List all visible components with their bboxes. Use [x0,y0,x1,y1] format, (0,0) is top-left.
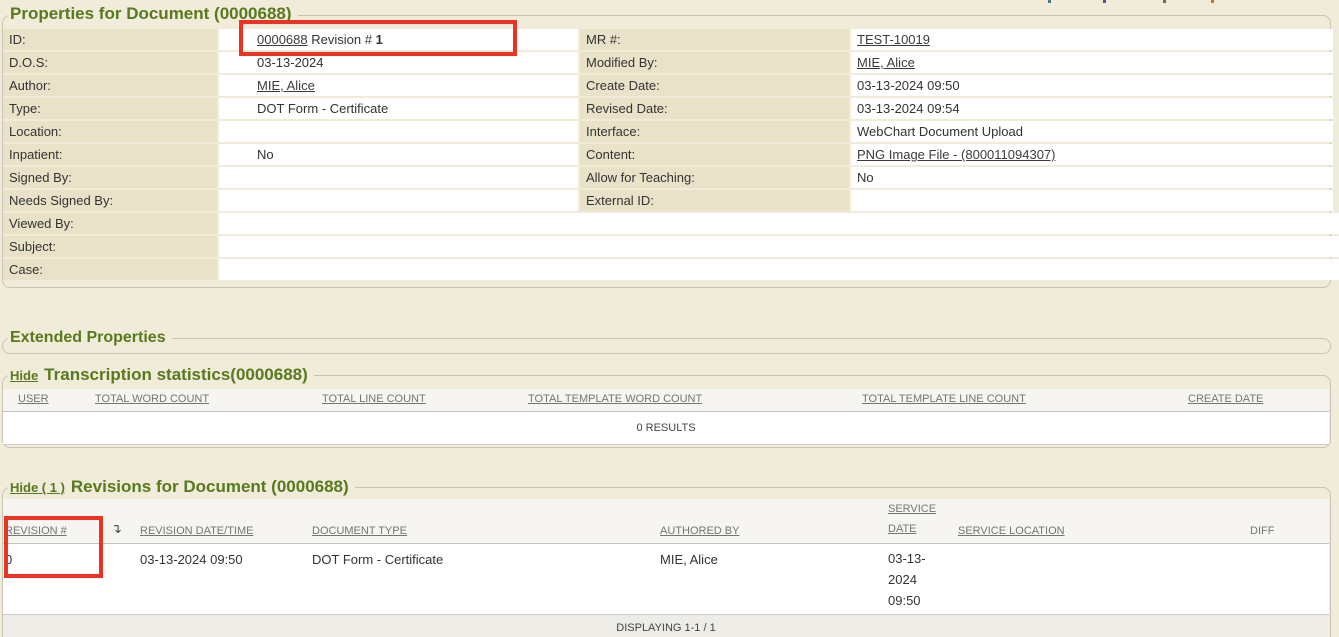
property-label-modified-by: Modified By: [580,52,849,73]
property-label-create-date: Create Date: [580,75,849,96]
property-value-inpatient: No [219,144,578,165]
column-header-service-location[interactable]: SERVICE LOCATION [958,525,1065,537]
column-header-revision-number[interactable]: REVISION # [5,525,67,537]
sort-descending-icon[interactable]: ↴ [111,521,122,537]
column-header-total-template-word-count[interactable]: TOTAL TEMPLATE WORD COUNT [528,393,702,405]
property-value-content: PNG Image File - (800011094307) [851,144,1333,165]
content-file-link[interactable]: PNG Image File - (800011094307) [857,147,1055,162]
property-label-author: Author: [3,75,217,96]
property-value-dos: 03-13-2024 [219,52,578,73]
property-label-revised-date: Revised Date: [580,98,849,119]
property-value-id: 0000688 Revision # 1 [219,29,578,50]
revision-datetime-cell: 03-13-2024 09:50 [140,552,243,567]
column-header-authored-by[interactable]: AUTHORED BY [660,525,739,537]
property-value-case [219,259,1339,280]
author-link[interactable]: MIE, Alice [257,78,315,93]
property-value-type: DOT Form - Certificate [219,98,578,119]
transcription-hide-link[interactable]: Hide [10,368,38,383]
transcription-title: Transcription statistics(0000688) [44,365,308,384]
property-value-allow-teaching: No [851,167,1333,188]
property-value-author: MIE, Alice [219,75,578,96]
service-date-cell: 03-13-2024 09:50 [888,548,940,611]
property-label-mr: MR #: [580,29,849,50]
property-label-type: Type: [3,98,217,119]
revisions-header-row: REVISION # ↴ REVISION DATE/TIME DOCUMENT… [3,499,1329,544]
transcription-header-row: USER TOTAL WORD COUNT TOTAL LINE COUNT T… [3,389,1329,412]
property-value-mr: TEST-10019 [851,29,1333,50]
column-header-service-date[interactable]: SERVICE DATE [888,499,942,539]
transcription-legend: Hide Transcription statistics(0000688) [8,365,314,385]
column-header-total-word-count[interactable]: TOTAL WORD COUNT [95,393,209,405]
revision-number: 1 [376,32,383,47]
property-value-viewed-by [219,213,1339,234]
property-value-needs-signed-by [219,190,578,211]
property-value-signed-by [219,167,578,188]
clipped-content-artifact [1103,0,1106,3]
properties-section-title: Properties for Document (0000688) [8,4,298,24]
column-header-total-template-line-count[interactable]: TOTAL TEMPLATE LINE COUNT [862,393,1026,405]
revisions-title: Revisions for Document (0000688) [71,477,349,496]
clipped-content-artifact [1048,0,1051,3]
property-value-external-id [851,190,1333,211]
modified-by-link[interactable]: MIE, Alice [857,55,915,70]
property-label-viewed-by: Viewed By: [3,213,217,234]
property-value-modified-by: MIE, Alice [851,52,1333,73]
revision-table-row: 0 03-13-2024 09:50 DOT Form - Certificat… [3,544,1329,615]
column-header-diff: DIFF [1250,525,1274,537]
revisions-paging-status: DISPLAYING 1-1 / 1 [3,615,1329,637]
property-label-location: Location: [3,121,217,142]
property-label-id: ID: [3,29,217,50]
revisions-hide-link[interactable]: Hide ( 1 ) [10,480,65,495]
revisions-legend: Hide ( 1 ) Revisions for Document (000068… [8,477,355,497]
document-id-link[interactable]: 0000688 [257,32,308,47]
property-label-allow-teaching: Allow for Teaching: [580,167,849,188]
document-type-cell: DOT Form - Certificate [312,552,443,567]
property-value-subject [219,236,1339,257]
column-header-user[interactable]: USER [18,393,49,405]
column-header-total-line-count[interactable]: TOTAL LINE COUNT [322,393,426,405]
property-value-interface: WebChart Document Upload [851,121,1333,142]
column-header-revision-datetime[interactable]: REVISION DATE/TIME [140,525,253,537]
property-label-needs-signed-by: Needs Signed By: [3,190,217,211]
property-label-signed-by: Signed By: [3,167,217,188]
revision-number-cell: 0 [5,552,12,567]
property-label-inpatient: Inpatient: [3,144,217,165]
mr-number-link[interactable]: TEST-10019 [857,32,930,47]
clipped-content-artifact [1211,0,1214,3]
property-label-subject: Subject: [3,236,217,257]
transcription-empty-results: 0 RESULTS [3,412,1329,445]
column-header-document-type[interactable]: DOCUMENT TYPE [312,525,407,537]
column-header-create-date[interactable]: CREATE DATE [1188,393,1263,405]
authored-by-cell: MIE, Alice [660,552,718,567]
extended-properties-title: Extended Properties [8,329,172,347]
property-label-case: Case: [3,259,217,280]
property-label-external-id: External ID: [580,190,849,211]
property-label-dos: D.O.S: [3,52,217,73]
property-label-content: Content: [580,144,849,165]
property-value-create-date: 03-13-2024 09:50 [851,75,1333,96]
revision-label: Revision # [311,32,372,47]
extended-properties-fieldset [2,338,1331,354]
document-properties-screen: Properties for Document (0000688) ID: 00… [0,0,1339,637]
clipped-content-artifact [1163,0,1166,3]
property-value-revised-date: 03-13-2024 09:54 [851,98,1333,119]
property-value-location [219,121,578,142]
property-label-interface: Interface: [580,121,849,142]
